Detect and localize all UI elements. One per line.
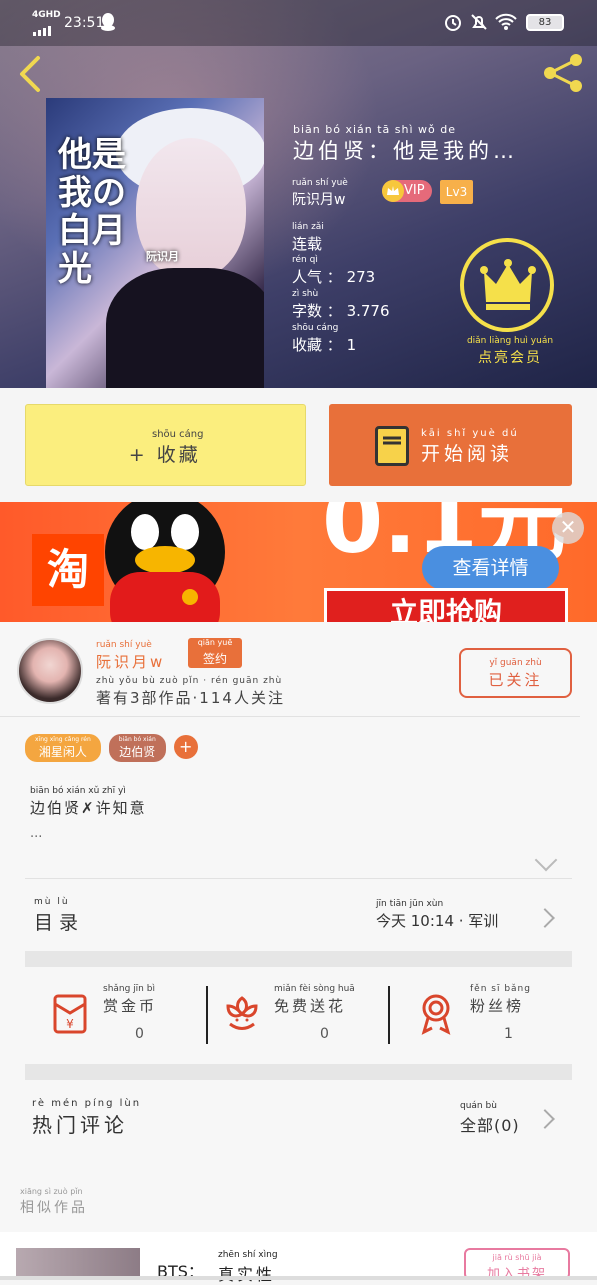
ad-detail-button[interactable]: 查看详情 bbox=[422, 546, 559, 590]
author-stats: zhù yǒu bù zuò pǐn · rén guān zhù 著有3部作品… bbox=[96, 676, 285, 707]
vip-badge: VIP bbox=[382, 180, 432, 202]
mute-icon bbox=[469, 12, 489, 32]
section-separator bbox=[25, 1064, 572, 1080]
start-reading-button[interactable]: kāi shǐ yuè dú 开始阅读 bbox=[329, 404, 572, 486]
reward-coins[interactable]: ¥ shǎng jīn bì 赏金币 0 bbox=[25, 980, 207, 1052]
member-label[interactable]: diǎn liàng huì yuán 点亮会员 bbox=[462, 336, 558, 367]
synopsis: biān bó xián xǔ zhī yì 边伯贤✗许知意 bbox=[30, 786, 147, 817]
medal-icon bbox=[421, 994, 451, 1035]
synopsis-more: ... bbox=[30, 826, 43, 841]
crown-badge-icon bbox=[382, 180, 404, 202]
add-favorite-label: shōu cáng + 收藏 bbox=[128, 429, 204, 466]
section-separator bbox=[25, 951, 572, 967]
battery-icon: 83 bbox=[526, 14, 564, 31]
member-crown-button[interactable] bbox=[460, 238, 554, 332]
reward-fans[interactable]: fěn sī bǎng 粉丝榜 1 bbox=[390, 980, 572, 1052]
network-indicator: 4GHD bbox=[32, 10, 61, 20]
crown-icon bbox=[480, 259, 536, 310]
cover-author: 阮识月 bbox=[146, 250, 179, 263]
book-status: lián zǎi 连载 bbox=[292, 222, 324, 253]
author-avatar[interactable] bbox=[17, 638, 83, 704]
catalog-label[interactable]: mù lù 目录 bbox=[34, 897, 84, 935]
status-bar: 4GHD 23:51 83 bbox=[0, 0, 597, 46]
favorites-stat: shōu cáng 收藏 ： 1 bbox=[292, 323, 357, 354]
reward-count: 1 bbox=[504, 1026, 513, 1042]
follow-button[interactable]: yǐ guān zhù 已关注 bbox=[459, 648, 572, 698]
book-author[interactable]: ruǎn shí yuè 阮识月w bbox=[292, 178, 348, 209]
word-count-stat: zì shù 字数 ： 3.776 bbox=[292, 289, 390, 320]
level-badge: Lv3 bbox=[440, 180, 473, 204]
add-tag-button[interactable]: + bbox=[173, 735, 198, 759]
reward-count: 0 bbox=[135, 1026, 144, 1042]
tag-list: xīng xīng cǎng rén 湘星闲人 biān bó xián 边伯贤 + bbox=[25, 734, 198, 762]
catalog-latest-update[interactable]: jīn tiān jūn xùn 今天 10:14 · 军训 bbox=[376, 899, 498, 931]
book-title: biān bó xián tā shì wǒ de 边伯贤：他是我的… bbox=[293, 123, 518, 163]
red-envelope-icon: ¥ bbox=[53, 994, 87, 1034]
book-header: 4GHD 23:51 83 他是我の白月光 阮识月 biān bó xián t… bbox=[0, 0, 597, 388]
start-reading-label: kāi shǐ yuè dú 开始阅读 bbox=[421, 428, 519, 465]
author-name[interactable]: ruǎn shí yuè 阮识月w bbox=[96, 640, 165, 672]
clock: 23:51 bbox=[64, 15, 105, 31]
alarm-icon bbox=[443, 12, 463, 32]
signal-icon bbox=[33, 22, 57, 36]
reward-flowers[interactable]: miǎn fèi sòng huā 免费送花 0 bbox=[208, 980, 390, 1052]
tag-item[interactable]: biān bó xián 边伯贤 bbox=[108, 734, 166, 762]
hot-comments-label: rè mén píng lùn 热门评论 bbox=[32, 1098, 142, 1137]
back-arrow-icon[interactable] bbox=[16, 54, 46, 94]
bottom-edge bbox=[0, 1276, 597, 1280]
similar-work-item[interactable]: BTS： zhēn shí xìng 真实性 jiā rù shū jià 加入… bbox=[0, 1232, 597, 1284]
reward-row: ¥ shǎng jīn bì 赏金币 0 miǎn fèi sòng huā 免… bbox=[25, 980, 572, 1052]
divider bbox=[0, 716, 580, 717]
all-comments-link[interactable]: quán bù 全部(0) bbox=[460, 1101, 520, 1136]
divider bbox=[25, 878, 572, 879]
share-icon[interactable] bbox=[540, 52, 586, 94]
add-favorite-button[interactable]: shōu cáng + 收藏 bbox=[25, 404, 306, 486]
ad-banner[interactable]: 淘 0.1元 查看详情 立即抢购 ✕ bbox=[0, 502, 597, 622]
book-cover[interactable]: 他是我の白月光 阮识月 bbox=[46, 98, 264, 388]
popularity-stat: rén qì 人气 ： 273 bbox=[292, 255, 376, 286]
reward-count: 0 bbox=[320, 1026, 329, 1042]
tag-item[interactable]: xīng xīng cǎng rén 湘星闲人 bbox=[25, 734, 101, 762]
flower-icon bbox=[226, 996, 258, 1030]
ad-buy-button[interactable]: 立即抢购 bbox=[324, 588, 568, 622]
signed-badge: qiān yuē 签约 bbox=[188, 638, 242, 668]
svg-text:¥: ¥ bbox=[66, 1017, 74, 1031]
ad-close-icon[interactable]: ✕ bbox=[552, 512, 584, 544]
wifi-icon bbox=[494, 12, 518, 32]
penguin-mascot bbox=[90, 502, 240, 622]
similar-works-label: xiāng sì zuò pǐn 相似作品 bbox=[20, 1187, 88, 1216]
book-icon bbox=[375, 426, 409, 466]
qq-icon bbox=[100, 12, 116, 32]
cover-title: 他是我の白月光 bbox=[58, 135, 126, 289]
